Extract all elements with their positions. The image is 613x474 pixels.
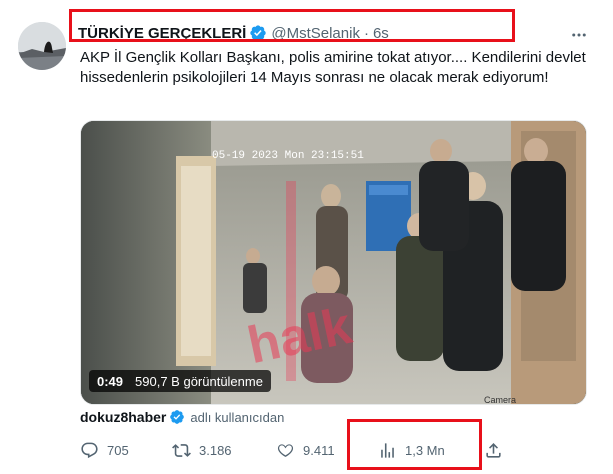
user-handle[interactable]: @MstSelanik (271, 25, 360, 42)
video-frame: 05-19 2023 Mon 23:15:51 halk Camera (81, 121, 586, 404)
tweet-header: TÜRKİYE GERÇEKLERİ @MstSelanik · 6s (78, 22, 389, 44)
reply-button[interactable]: 705 (80, 438, 129, 462)
video-player[interactable]: 05-19 2023 Mon 23:15:51 halk Camera 0:49… (80, 120, 587, 405)
action-bar: 705 3.186 9.411 1,3 Mn (80, 438, 510, 462)
source-name[interactable]: dokuz8haber (80, 409, 166, 425)
source-note: adlı kullanıcıdan (190, 409, 285, 425)
reply-count: 705 (107, 442, 129, 458)
tweet-text: AKP İl Gençlik Kolları Başkanı, polis am… (80, 49, 586, 86)
video-views: 590,7 B görüntülenme (135, 373, 263, 389)
video-duration: 0:49 (97, 373, 124, 389)
avatar[interactable] (18, 22, 66, 70)
like-button[interactable]: 9.411 (276, 438, 335, 462)
tweet-card[interactable]: TÜRKİYE GERÇEKLERİ @MstSelanik · 6s AKP … (0, 0, 613, 474)
video-info-badge: 0:49 590,7 B görüntülenme (89, 370, 271, 392)
views-count: 1,3 Mn (405, 442, 445, 458)
timestamp[interactable]: 6s (373, 25, 389, 42)
heart-icon (277, 443, 294, 457)
separator-dot: · (363, 24, 369, 42)
retweet-count: 3.186 (199, 442, 232, 458)
more-icon (572, 33, 586, 37)
verified-badge-icon (250, 25, 267, 41)
reply-icon (81, 442, 98, 458)
views-button[interactable]: 1,3 Mn (378, 438, 445, 462)
like-count: 9.411 (303, 442, 335, 458)
media-source: dokuz8haber adlı kullanıcıdan (80, 409, 284, 425)
cctv-timestamp: 05-19 2023 Mon 23:15:51 (212, 150, 364, 162)
share-icon (486, 442, 501, 458)
retweet-button[interactable]: 3.186 (172, 438, 232, 462)
share-button[interactable] (484, 438, 503, 462)
display-name[interactable]: TÜRKİYE GERÇEKLERİ (78, 25, 246, 42)
more-options-button[interactable] (566, 22, 592, 48)
retweet-icon (172, 443, 191, 457)
camera-sign-text: Camera (484, 395, 516, 404)
verified-badge-icon (170, 410, 185, 424)
views-bar-chart-icon (381, 442, 394, 458)
